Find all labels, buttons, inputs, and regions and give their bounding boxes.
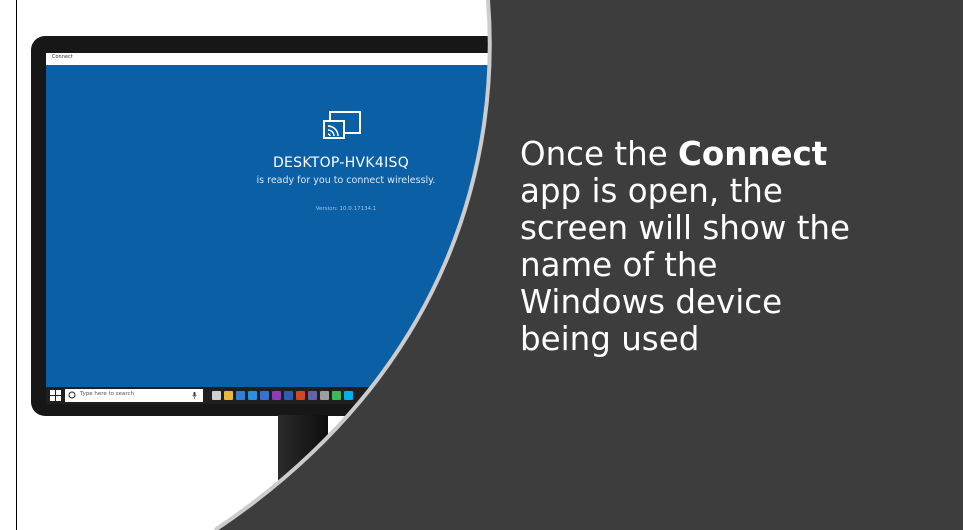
caption-line-1-prefix: Once the bbox=[520, 135, 679, 173]
caption-line-6: being used bbox=[520, 320, 700, 358]
caption-line-4: name of the bbox=[520, 246, 718, 284]
caption-line-5: Windows device bbox=[520, 283, 783, 321]
caption-line-1: Once the Connect bbox=[520, 136, 940, 173]
caption-app-name: Connect bbox=[678, 135, 828, 173]
caption-text: Once the Connect app is open, the screen… bbox=[520, 136, 940, 358]
slide: Connect DESKTOP-HVK4ISQ is ready for you… bbox=[0, 0, 963, 530]
caption-line-2: app is open, the bbox=[520, 172, 783, 210]
caption-line-3: screen will show the bbox=[520, 209, 851, 247]
